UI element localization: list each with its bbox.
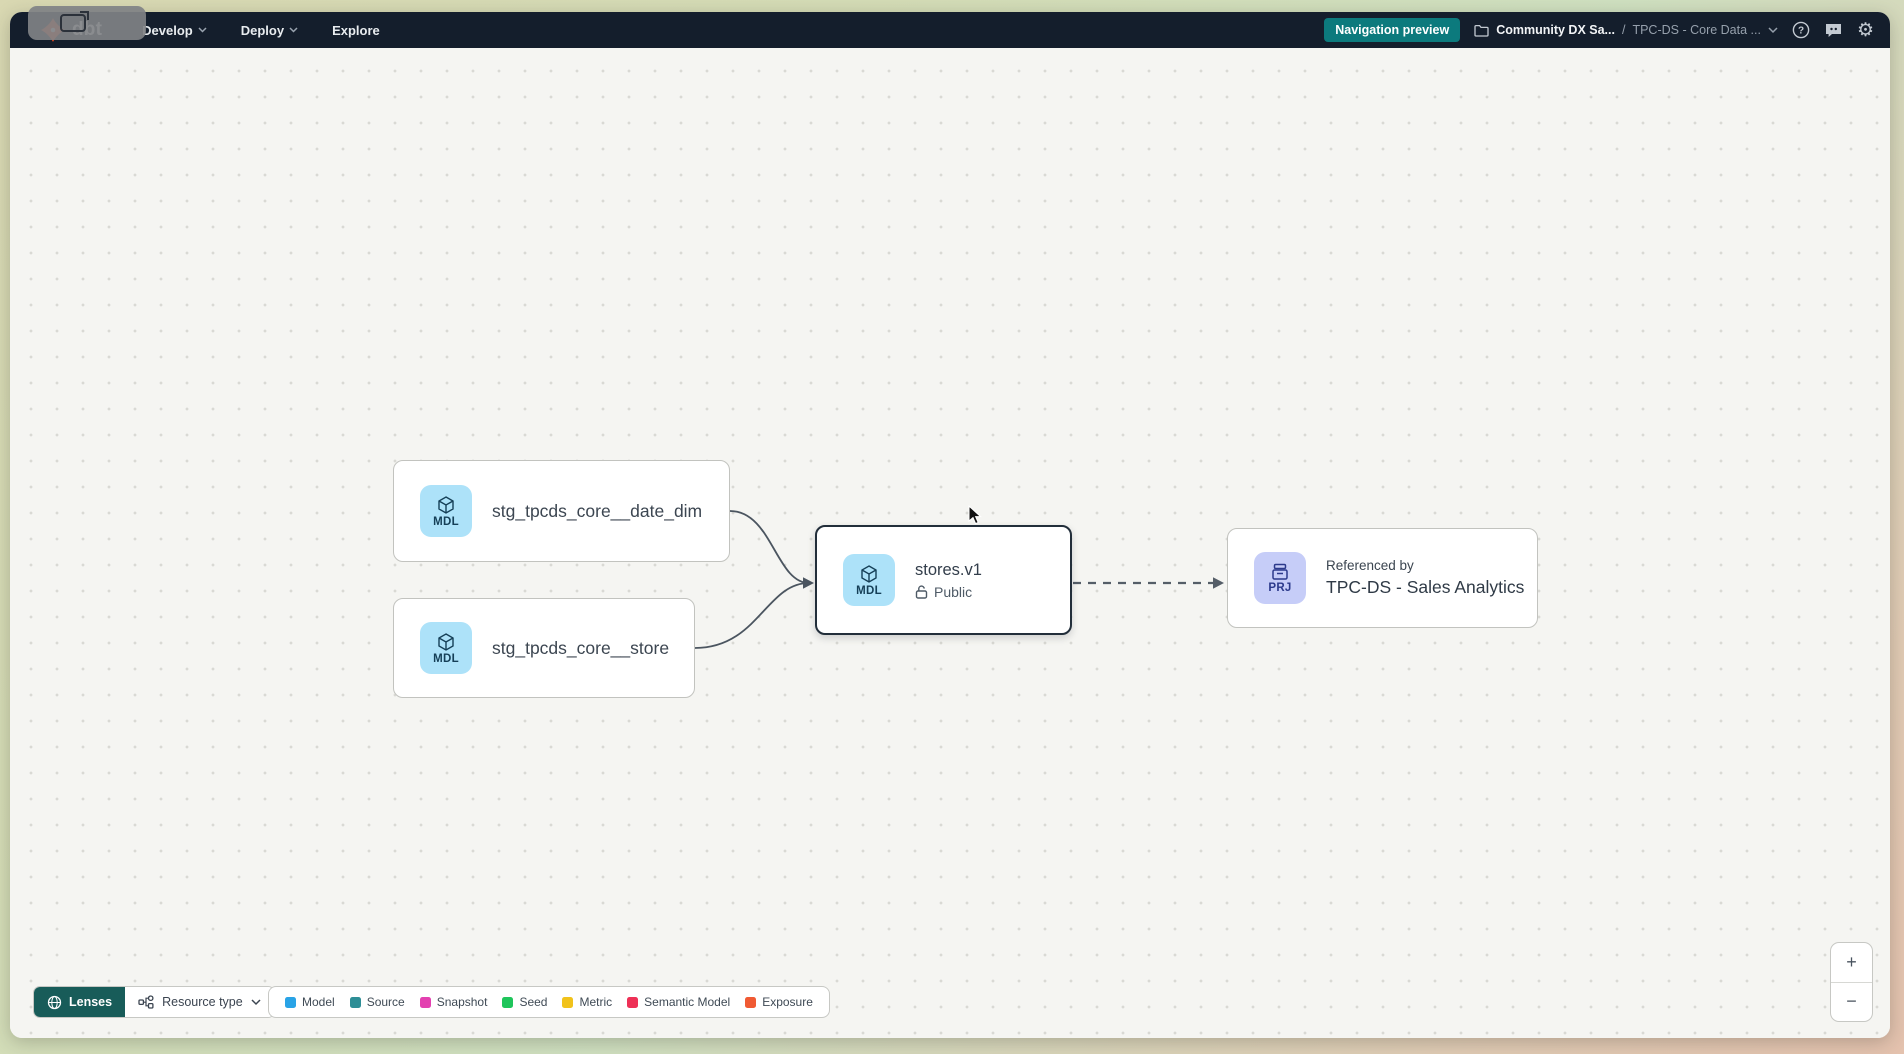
model-badge: MDL [843,554,895,606]
model-badge: MDL [420,622,472,674]
breadcrumb-current[interactable]: TPC-DS - Core Data ... [1632,23,1761,37]
zoom-controls: + − [1830,942,1873,1022]
legend-item-model: Model [285,995,335,1009]
navbar-right: Navigation preview Community DX Sa... / … [1324,18,1874,42]
access-indicator: Public [915,584,982,600]
legend-swatch [627,997,638,1008]
archive-icon [1270,563,1290,581]
menu-develop[interactable]: Develop [142,23,207,38]
app-window: dbt Develop Deploy Explore Navigation pr… [10,12,1890,1038]
capture-window-icon [60,14,86,32]
legend-item-snapshot: Snapshot [420,995,488,1009]
legend-item-seed: Seed [502,995,547,1009]
resource-type-legend: Model Source Snapshot Seed Metric Semant… [268,986,830,1018]
project-badge: PRJ [1254,552,1306,604]
node-label: stg_tpcds_core__store [492,638,669,659]
legend-swatch [285,997,296,1008]
chevron-down-icon [198,27,207,33]
cube-icon [436,495,456,515]
node-stg-tpcds-core-store[interactable]: MDL stg_tpcds_core__store [393,598,695,698]
chevron-down-icon [289,27,298,33]
legend-item-semantic-model: Semantic Model [627,995,730,1009]
desktop-frame: dbt Develop Deploy Explore Navigation pr… [0,0,1904,1054]
node-stores-v1[interactable]: MDL stores.v1 Public [815,525,1072,635]
zoom-out-button[interactable]: − [1831,983,1872,1022]
legend-item-exposure: Exposure [745,995,813,1009]
node-stg-tpcds-core-date-dim[interactable]: MDL stg_tpcds_core__date_dim [393,460,730,562]
legend-item-metric: Metric [562,995,612,1009]
feedback-icon[interactable] [1824,22,1843,39]
breadcrumb: Community DX Sa... / TPC-DS - Core Data … [1474,23,1778,37]
cube-icon [859,564,879,584]
legend-swatch [420,997,431,1008]
resource-type-icon [138,995,154,1009]
breadcrumb-project[interactable]: Community DX Sa... [1496,23,1615,37]
folder-icon [1474,24,1489,37]
menu-deploy[interactable]: Deploy [241,23,298,38]
svg-text:?: ? [1798,26,1804,37]
lens-icon [47,995,62,1010]
resource-type-dropdown[interactable]: Resource type [125,987,274,1017]
zoom-in-button[interactable]: + [1831,943,1872,983]
lenses-button[interactable]: Lenses [34,987,125,1017]
legend-item-source: Source [350,995,405,1009]
lens-controls: Lenses Resource type [33,986,275,1018]
node-label: stg_tpcds_core__date_dim [492,501,702,522]
node-referenced-by-project[interactable]: PRJ Referenced by TPC-DS - Sales Analyti… [1227,528,1538,628]
legend-swatch [350,997,361,1008]
help-icon[interactable]: ? [1792,21,1810,39]
lock-open-icon [915,585,928,599]
legend-swatch [745,997,756,1008]
model-badge: MDL [420,485,472,537]
menu-explore[interactable]: Explore [332,23,380,38]
chevron-down-icon[interactable] [1768,27,1778,34]
referenced-by-label: Referenced by [1326,558,1524,573]
legend-swatch [562,997,573,1008]
breadcrumb-separator: / [1622,23,1625,37]
main-menu: Develop Deploy Explore [142,23,380,38]
screen-capture-overlay [28,6,146,40]
settings-gear-icon[interactable]: ⚙ [1857,21,1874,40]
legend-swatch [502,997,513,1008]
node-label: stores.v1 [915,561,982,580]
cube-icon [436,632,456,652]
top-navbar: dbt Develop Deploy Explore Navigation pr… [10,12,1890,48]
chevron-down-icon [251,999,261,1006]
project-name: TPC-DS - Sales Analytics [1326,577,1524,598]
navigation-preview-badge[interactable]: Navigation preview [1324,18,1460,42]
